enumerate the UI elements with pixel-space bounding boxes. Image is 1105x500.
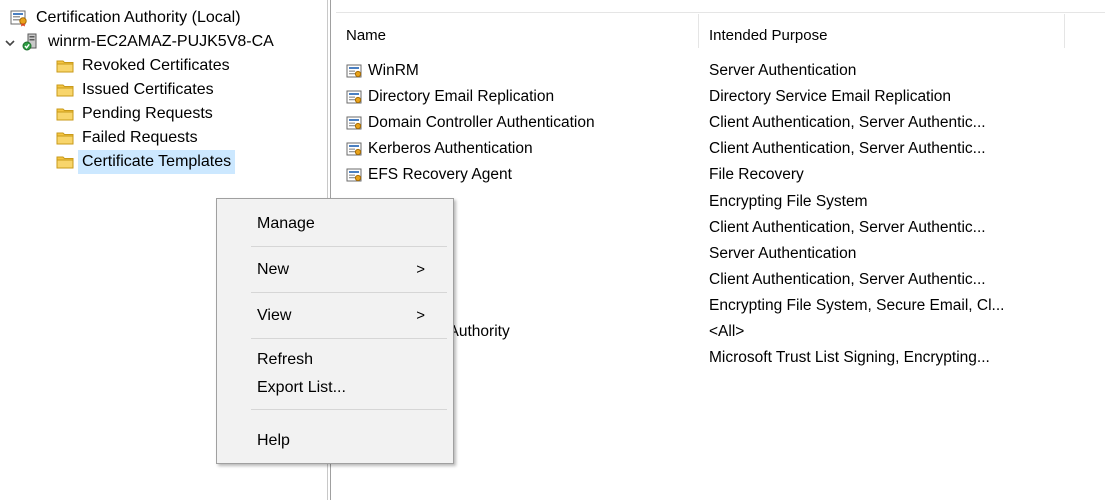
table-row[interactable]: Domain Controller Authentication Client A… <box>336 110 1105 136</box>
menu-item-new[interactable]: New > <box>217 256 453 284</box>
menu-item-manage[interactable]: Manage <box>217 210 453 238</box>
intended-purpose-cell: Microsoft Trust List Signing, Encrypting… <box>709 349 990 367</box>
intended-purpose-cell: Client Authentication, Server Authentic.… <box>709 114 986 132</box>
tree-folder-revoked[interactable]: Revoked Certificates <box>56 54 230 78</box>
submenu-arrow-icon: > <box>416 261 425 278</box>
template-name-cell: Kerberos Authentication <box>346 136 533 162</box>
menu-item-label: Refresh <box>257 351 314 368</box>
chevron-down-icon[interactable] <box>4 36 16 48</box>
folder-icon <box>56 81 74 99</box>
tree-folder-failed[interactable]: Failed Requests <box>56 126 198 150</box>
menu-item-export-list[interactable]: Export List... <box>217 374 453 402</box>
menu-item-label: Export List... <box>257 379 346 396</box>
certificate-template-icon <box>346 167 362 183</box>
folder-icon <box>56 129 74 147</box>
certificate-template-icon <box>346 63 362 79</box>
certificate-template-icon <box>346 141 362 157</box>
template-name-cell: EFS Recovery Agent <box>346 162 512 188</box>
intended-purpose-cell: Client Authentication, Server Authentic.… <box>709 270 986 288</box>
folder-icon <box>56 105 74 123</box>
tree-folder-pending[interactable]: Pending Requests <box>56 102 213 126</box>
tree-folder-templates[interactable]: Certificate Templates <box>56 150 236 174</box>
tree-ca-label: winrm-EC2AMAZ-PUJK5V8-CA <box>48 33 274 50</box>
table-row[interactable]: Kerberos Authentication Client Authentica… <box>336 136 1105 162</box>
menu-item-label: Help <box>257 432 290 449</box>
tree-folder-label: Pending Requests <box>82 105 213 122</box>
menu-separator <box>251 409 447 410</box>
intended-purpose-cell: <All> <box>709 323 745 340</box>
column-header-purpose[interactable]: Intended Purpose <box>709 22 827 50</box>
intended-purpose-cell: Directory Service Email Replication <box>709 88 952 106</box>
intended-purpose-cell: Encrypting File System, Secure Email, Cl… <box>709 296 1005 314</box>
menu-item-label: View <box>257 307 292 324</box>
menu-item-help[interactable]: Help <box>217 427 453 455</box>
table-row[interactable]: Directory Email Replication Directory Ser… <box>336 84 1105 110</box>
tree-folder-label: Failed Requests <box>82 129 198 146</box>
tree-folder-label: Certificate Templates <box>78 150 236 174</box>
menu-item-view[interactable]: View > <box>217 302 453 330</box>
certificate-template-icon <box>346 115 362 131</box>
template-name: Kerberos Authentication <box>368 140 533 158</box>
menu-separator <box>251 246 447 247</box>
submenu-arrow-icon: > <box>416 307 425 324</box>
certificate-template-icon <box>346 89 362 105</box>
template-name: Directory Email Replication <box>368 88 555 106</box>
tree-root-node[interactable]: Certification Authority (Local) <box>10 6 241 30</box>
intended-purpose-cell: Server Authentication <box>709 62 857 79</box>
table-row[interactable]: EFS Recovery Agent File Recovery <box>336 162 1105 188</box>
column-header-name[interactable]: Name <box>346 22 386 50</box>
tree-root-label: Certification Authority (Local) <box>36 9 241 26</box>
tree-folder-label: Issued Certificates <box>82 81 214 98</box>
header-top-border <box>336 12 1105 13</box>
intended-purpose-cell: Client Authentication, Server Authentic.… <box>709 140 986 158</box>
tree-folder-issued[interactable]: Issued Certificates <box>56 78 214 102</box>
menu-item-label: New <box>257 261 290 278</box>
folder-icon <box>56 153 74 171</box>
template-name: WinRM <box>368 62 419 79</box>
template-name-cell: Directory Email Replication <box>346 84 554 110</box>
template-name: EFS Recovery Agent <box>368 166 512 184</box>
menu-separator <box>251 338 447 339</box>
intended-purpose-cell: Client Authentication, Server Authentic.… <box>709 218 986 236</box>
column-divider[interactable] <box>698 14 699 48</box>
certification-authority-icon <box>10 9 28 27</box>
ca-server-icon <box>22 33 40 51</box>
menu-item-label: Manage <box>257 215 315 232</box>
menu-separator <box>251 292 447 293</box>
tree-folder-label: Revoked Certificates <box>82 57 230 74</box>
template-name: Domain Controller Authentication <box>368 114 595 132</box>
context-menu: Manage New > View > Refresh Export List.… <box>216 198 454 464</box>
intended-purpose-cell: Encrypting File System <box>709 192 868 210</box>
column-divider[interactable] <box>1064 14 1065 48</box>
template-name-cell: WinRM <box>346 58 419 84</box>
intended-purpose-cell: File Recovery <box>709 166 804 184</box>
intended-purpose-cell: Server Authentication <box>709 244 857 262</box>
tree-ca-node[interactable]: winrm-EC2AMAZ-PUJK5V8-CA <box>4 30 274 54</box>
menu-item-refresh[interactable]: Refresh <box>217 346 453 374</box>
table-row[interactable]: WinRM Server Authentication <box>336 58 1105 84</box>
template-name-cell: Domain Controller Authentication <box>346 110 595 136</box>
folder-icon <box>56 57 74 75</box>
